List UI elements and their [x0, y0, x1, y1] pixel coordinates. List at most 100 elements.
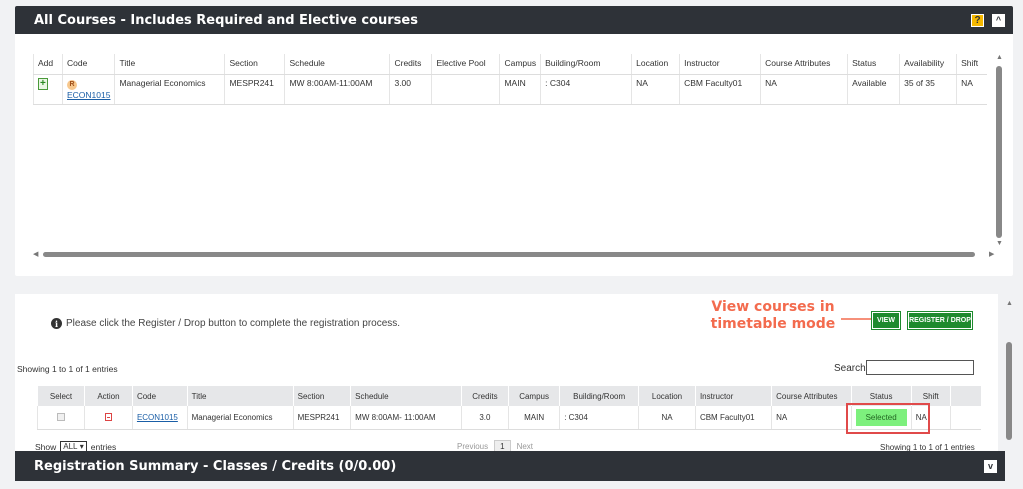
availability-cell: 35 of 35	[899, 74, 957, 105]
col-campus: Campus	[499, 54, 541, 75]
annotation-line-2: timetable mode	[710, 316, 836, 332]
shift-cell: NA	[956, 74, 987, 105]
info-icon: i	[51, 318, 62, 329]
section-cell: MESPR241	[292, 406, 351, 430]
col-code: Code	[61, 54, 115, 75]
action-cell	[84, 406, 133, 430]
campus-cell: MAIN	[499, 74, 541, 105]
all-courses-table: Add Code Title Section Schedule Credits …	[33, 54, 987, 105]
previous-button[interactable]: Previous	[457, 442, 488, 451]
col-instructor: Instructor	[679, 54, 761, 75]
next-button[interactable]: Next	[517, 442, 533, 451]
col-section: Section	[292, 386, 351, 406]
col-status: Status	[847, 54, 900, 75]
col-course-attributes: Course Attributes	[771, 386, 852, 406]
col-availability: Availability	[899, 54, 957, 75]
section-cell: MESPR241	[224, 74, 285, 105]
building-room-cell: : C304	[559, 406, 639, 430]
instructor-cell: CBM Faculty01	[679, 74, 761, 105]
col-title: Title	[186, 386, 294, 406]
col-instructor: Instructor	[694, 386, 772, 406]
chevron-down-icon: ▾	[79, 442, 84, 451]
vertical-scrollbar[interactable]: ▲ ▼	[996, 54, 1003, 247]
elective-pool-cell	[431, 74, 500, 105]
header-icons: ? ^	[971, 13, 1005, 27]
search-label: Search	[834, 363, 866, 374]
col-section: Section	[224, 54, 285, 75]
status-highlight-box	[846, 403, 930, 434]
empty-cell	[949, 406, 981, 430]
help-icon[interactable]: ?	[971, 13, 984, 27]
col-building-room: Building/Room	[559, 386, 639, 406]
registration-summary-bar[interactable]: Registration Summary - Classes / Credits…	[15, 451, 1005, 481]
registration-panel: i Please click the Register / Drop butto…	[15, 294, 998, 454]
show-label: Show	[35, 441, 57, 452]
col-course-attributes: Course Attributes	[760, 54, 848, 75]
view-button[interactable]: VIEW	[871, 311, 901, 330]
credits-cell: 3.00	[389, 74, 432, 105]
required-badge: R	[67, 80, 77, 90]
code-cell: R ECON1015	[61, 74, 115, 105]
scroll-down-icon[interactable]: ▼	[996, 240, 1003, 247]
col-building-room: Building/Room	[540, 54, 632, 75]
col-add: Add	[33, 54, 63, 75]
table-header-row: Add Code Title Section Schedule Credits …	[33, 54, 987, 75]
scroll-left-icon[interactable]: ◀	[33, 250, 38, 258]
add-cell	[33, 74, 63, 105]
entries-label: entries	[90, 441, 117, 452]
table-header-row: Select Action Code Title Section Schedul…	[37, 386, 981, 406]
all-courses-title: All Courses - Includes Required and Elec…	[34, 12, 418, 28]
col-shift: Shift	[956, 54, 987, 75]
collapse-icon[interactable]: ^	[992, 13, 1005, 27]
annotation-line-1: View courses in	[711, 299, 835, 315]
title-cell: Managerial Economics	[114, 74, 225, 105]
vertical-scroll-thumb[interactable]	[996, 66, 1002, 238]
register-drop-button[interactable]: REGISTER / DROP	[907, 311, 973, 330]
col-title: Title	[114, 54, 225, 75]
title-cell: Managerial Economics	[186, 406, 294, 430]
col-schedule: Schedule	[350, 386, 462, 406]
search-input[interactable]	[866, 360, 974, 375]
building-room-cell: : C304	[540, 74, 632, 105]
entries-select-value: ALL	[63, 442, 78, 451]
registration-table: Select Action Code Title Section Schedul…	[37, 386, 981, 430]
info-message: i Please click the Register / Drop butto…	[51, 318, 400, 329]
course-code-link[interactable]: ECON1015	[137, 413, 178, 422]
expand-icon[interactable]: v	[984, 459, 997, 473]
select-cell	[37, 406, 85, 430]
page-scroll-up-icon[interactable]: ▲	[1006, 300, 1013, 307]
course-attributes-cell: NA	[771, 406, 852, 430]
code-cell: ECON1015	[131, 406, 188, 430]
select-checkbox[interactable]	[57, 412, 65, 421]
status-cell: Available	[847, 74, 900, 105]
horizontal-scroll-thumb[interactable]	[43, 252, 975, 257]
col-select: Select	[37, 386, 85, 406]
horizontal-scrollbar[interactable]: ◀ ▶	[33, 251, 994, 258]
col-action: Action	[84, 386, 133, 406]
course-code-link[interactable]: ECON1015	[67, 90, 110, 100]
location-cell: NA	[631, 74, 680, 105]
credits-cell: 3.0	[460, 406, 509, 430]
add-course-icon[interactable]	[38, 78, 48, 90]
page-scroll-thumb[interactable]	[1006, 342, 1012, 440]
scroll-up-icon[interactable]: ▲	[996, 54, 1003, 61]
scroll-right-icon[interactable]: ▶	[989, 250, 994, 258]
campus-cell: MAIN	[507, 406, 560, 430]
col-location: Location	[631, 54, 680, 75]
col-location: Location	[638, 386, 696, 406]
table-row: ECON1015 Managerial Economics MESPR241 M…	[37, 406, 981, 430]
col-credits: Credits	[460, 386, 509, 406]
col-code: Code	[131, 386, 188, 406]
col-empty	[949, 386, 981, 406]
schedule-cell: MW 8:00AM- 11:00AM	[350, 406, 462, 430]
all-courses-header: All Courses - Includes Required and Elec…	[15, 6, 1013, 34]
info-text: Please click the Register / Drop button …	[66, 318, 401, 329]
col-credits: Credits	[389, 54, 432, 75]
timetable-annotation: View courses in timetable mode	[708, 299, 838, 333]
page-scrollbar[interactable]: ▲	[1006, 300, 1013, 450]
col-schedule: Schedule	[284, 54, 390, 75]
col-campus: Campus	[507, 386, 560, 406]
drop-course-icon[interactable]	[104, 412, 112, 421]
showing-entries-top: Showing 1 to 1 of 1 entries	[17, 364, 118, 374]
all-courses-panel: All Courses - Includes Required and Elec…	[15, 6, 1013, 276]
